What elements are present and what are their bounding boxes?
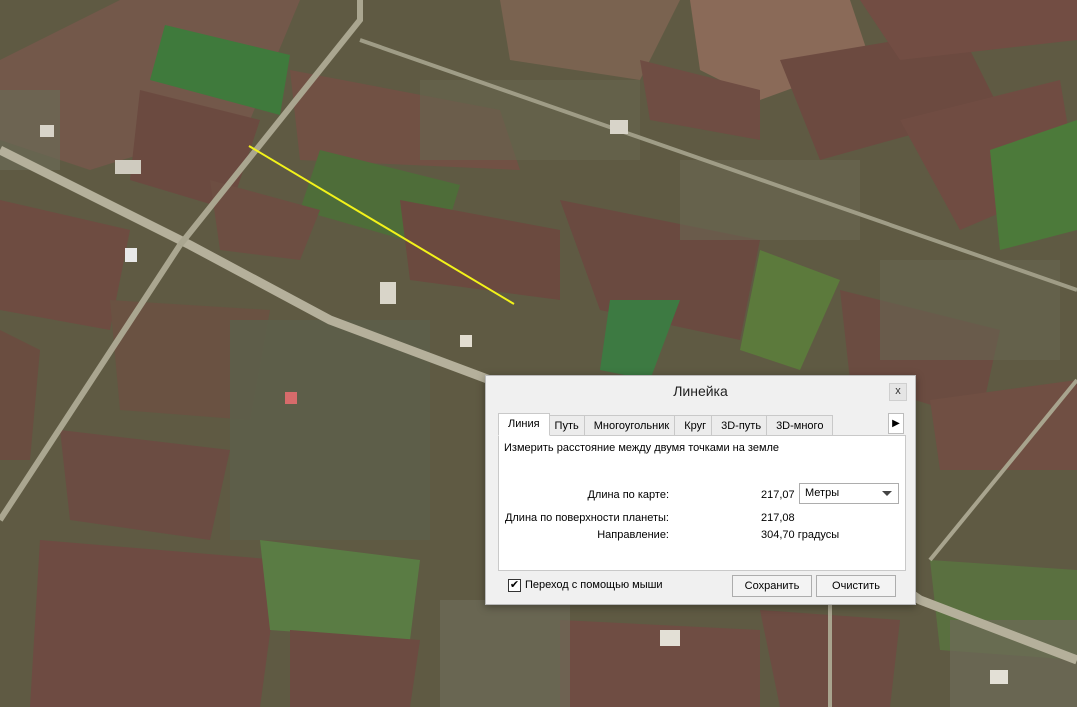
measure-panel: Измерить расстояние между двумя точками …	[498, 435, 906, 571]
mouse-nav-checkbox[interactable]: ✔	[508, 579, 521, 592]
tab-circle[interactable]: Круг	[674, 415, 717, 436]
mouse-nav-label[interactable]: Переход с помощью мыши	[525, 579, 663, 591]
ruler-dialog: Линейка x Линия Путь Многоугольник Круг 3D-п…	[485, 375, 916, 605]
dialog-titlebar[interactable]: Линейка x	[486, 376, 915, 406]
tab-3d-path[interactable]: 3D-путь	[711, 415, 772, 436]
clear-button[interactable]: Очистить	[816, 575, 896, 597]
surface-length-label: Длина по поверхности планеты:	[504, 512, 669, 524]
tab-line[interactable]: Линия	[498, 413, 550, 436]
tab-path[interactable]: Путь	[544, 415, 589, 436]
dialog-title: Линейка	[673, 383, 728, 399]
map-length-label: Длина по карте:	[587, 489, 669, 501]
close-icon[interactable]: x	[889, 383, 907, 401]
tab-polygon[interactable]: Многоугольник	[583, 415, 680, 436]
surface-length-value: 217,08	[761, 512, 795, 524]
chevron-down-icon	[882, 491, 892, 496]
map-length-value: 217,07	[761, 489, 795, 501]
units-select[interactable]: Метры	[799, 483, 899, 504]
tab-bar: Линия Путь Многоугольник Круг 3D-путь 3D-мног…	[498, 413, 878, 436]
tab-3d-polygon[interactable]: 3D-много	[766, 415, 834, 436]
heading-label: Направление:	[597, 529, 669, 541]
tab-scroll-right-icon[interactable]: ▶	[888, 413, 904, 434]
save-button[interactable]: Сохранить	[732, 575, 812, 597]
units-select-value: Метры	[805, 487, 840, 499]
heading-value: 304,70 градусы	[761, 529, 840, 541]
measure-description: Измерить расстояние между двумя точками …	[504, 442, 780, 454]
